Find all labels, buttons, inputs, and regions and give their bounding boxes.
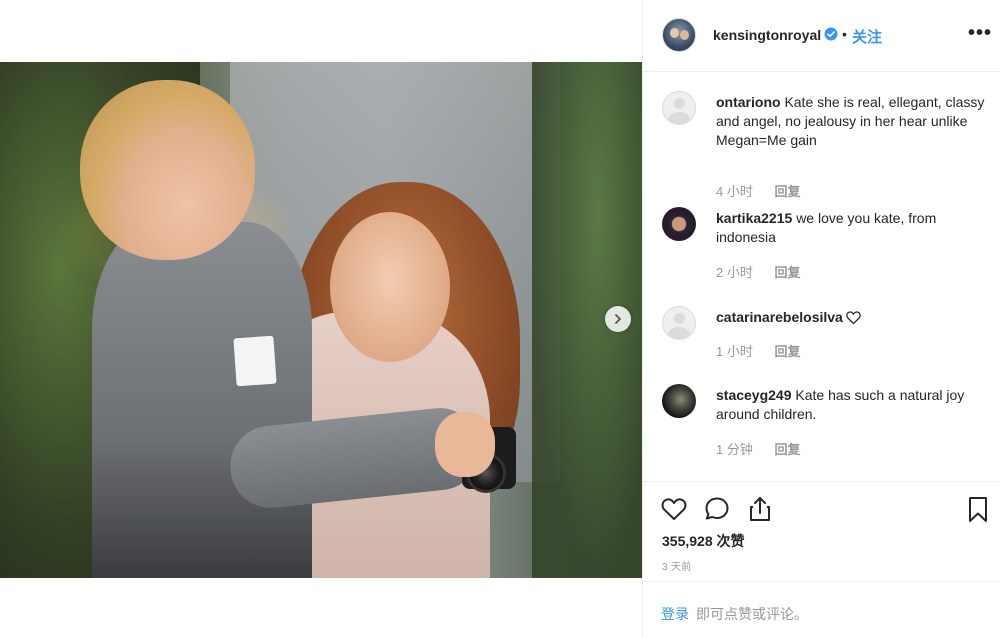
media-area (0, 0, 642, 638)
comment-meta: 1 分钟 回复 (716, 439, 800, 458)
like-count[interactable]: 355,928 次赞 (662, 531, 745, 551)
reply-button[interactable]: 回复 (774, 181, 800, 200)
login-link[interactable]: 登录 (661, 604, 689, 624)
white-heart-emoji-icon (846, 311, 861, 325)
photo-boy-body (92, 222, 312, 578)
share-icon[interactable] (745, 494, 775, 524)
photo-name-badge (233, 335, 277, 387)
comment-time: 2 小时 (716, 265, 753, 280)
comment-body: kartika2215 we love you kate, from indon… (716, 209, 986, 247)
comment-time: 1 分钟 (716, 442, 753, 457)
more-options-icon[interactable]: ••• (968, 22, 992, 45)
commenter-username[interactable]: ontariono (716, 94, 781, 110)
chevron-right-icon (615, 314, 621, 324)
bookmark-icon[interactable] (963, 494, 993, 524)
comment-time: 1 小时 (716, 344, 753, 359)
commenter-avatar[interactable] (662, 207, 696, 241)
commenter-avatar[interactable] (662, 384, 696, 418)
post-photo[interactable] (0, 62, 642, 578)
commenter-username[interactable]: staceyg249 (716, 387, 792, 403)
post-actions: 355,928 次赞 3 天前 (643, 481, 1000, 581)
commenter-username[interactable]: catarinarebelosilva (716, 309, 843, 325)
post-sidebar: kensingtonroyal • 关注 ••• ontariono Kate … (642, 0, 1000, 638)
follow-button[interactable]: 关注 (852, 26, 882, 47)
next-photo-button[interactable] (605, 306, 631, 332)
heart-icon[interactable] (659, 494, 689, 524)
login-prompt: 即可点赞或评论。 (696, 606, 808, 622)
login-bar: 登录 即可点赞或评论。 (643, 581, 1000, 638)
post-age: 3 天前 (662, 562, 692, 573)
photo-boy-hand (435, 412, 495, 477)
comment-bubble-icon[interactable] (702, 494, 732, 524)
comment-body: staceyg249 Kate has such a natural joy a… (716, 386, 986, 424)
post-header: kensingtonroyal • 关注 ••• (643, 0, 1000, 72)
comment-meta: 2 小时 回复 (716, 262, 800, 281)
comment-meta: 4 小时 回复 (716, 181, 800, 200)
comment-body: ontariono Kate she is real, ellegant, cl… (716, 93, 986, 150)
reply-button[interactable]: 回复 (774, 341, 800, 360)
author-username[interactable]: kensingtonroyal (713, 27, 821, 43)
comment-meta: 1 小时 回复 (716, 341, 800, 360)
reply-button[interactable]: 回复 (774, 262, 800, 281)
commenter-username[interactable]: kartika2215 (716, 210, 792, 226)
comment-list: ontariono Kate she is real, ellegant, cl… (643, 73, 1000, 481)
photo-woman-face (330, 212, 450, 362)
verified-badge-icon (824, 27, 838, 41)
reply-button[interactable]: 回复 (774, 439, 800, 458)
photo-boy-head (80, 80, 255, 260)
header-separator: • (842, 26, 847, 42)
author-avatar[interactable] (662, 18, 696, 52)
commenter-avatar[interactable] (662, 306, 696, 340)
commenter-avatar[interactable] (662, 91, 696, 125)
comment-time: 4 小时 (716, 184, 753, 199)
